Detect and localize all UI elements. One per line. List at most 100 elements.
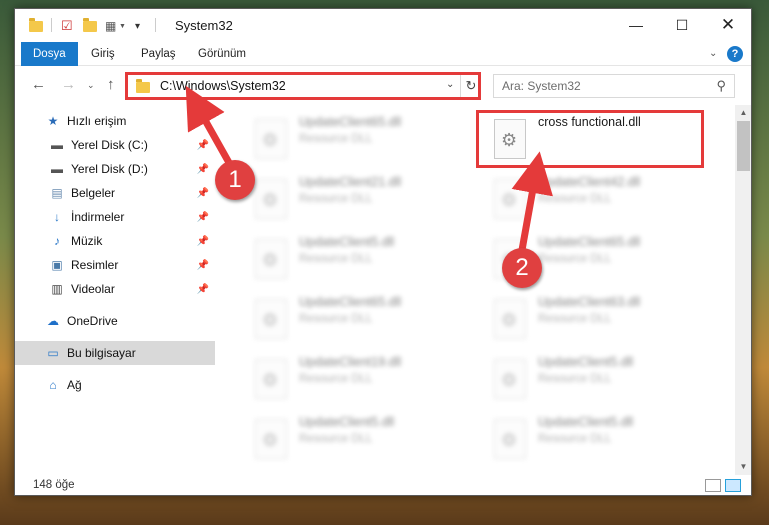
dll-file-icon: [255, 299, 287, 339]
cloud-icon: ☁: [47, 314, 59, 328]
minimize-button[interactable]: —: [613, 9, 659, 41]
file-item[interactable]: UpdateClient5.dll Resource DLL: [482, 413, 712, 469]
dll-file-icon: [494, 419, 526, 459]
window-title: System32: [175, 18, 233, 33]
tab-share[interactable]: Paylaş: [141, 42, 176, 66]
details-view-button[interactable]: [705, 479, 721, 492]
pin-icon: 📌: [196, 235, 209, 247]
separator: [51, 18, 52, 32]
file-item[interactable]: UpdateClient5.dll Resource DLL: [482, 353, 712, 409]
nav-label: Belgeler: [71, 186, 116, 200]
properties-icon[interactable]: ☑: [61, 18, 73, 34]
tiles-view-button[interactable]: [725, 479, 741, 492]
nav-label: Hızlı erişim: [67, 114, 127, 128]
nav-this-pc[interactable]: ▭ Bu bilgisayar: [15, 341, 215, 365]
file-name: UpdateClient5.dll: [299, 415, 395, 429]
tab-view[interactable]: Görünüm: [198, 42, 246, 66]
tab-home[interactable]: Giriş: [91, 42, 115, 66]
nav-item-videos[interactable]: ▥ Videolar 📌: [15, 277, 215, 301]
nav-label: Bu bilgisayar: [67, 346, 136, 360]
file-item[interactable]: UpdateClient42.dll Resource DLL: [482, 173, 712, 229]
nav-onedrive[interactable]: ☁ OneDrive: [15, 309, 215, 333]
downloads-icon: ↓: [54, 210, 60, 224]
file-name: UpdateClient65.dll: [538, 235, 641, 249]
nav-item-music[interactable]: ♪ Müzik 📌: [15, 229, 215, 253]
new-folder-icon[interactable]: [83, 17, 97, 34]
address-path[interactable]: C:\Windows\System32: [160, 79, 286, 93]
file-name: UpdateClient63.dll: [538, 295, 641, 309]
nav-quick-access[interactable]: ★ Hızlı erişim: [15, 109, 215, 133]
forward-button[interactable]: →: [61, 76, 76, 93]
nav-item-pictures[interactable]: ▣ Resimler 📌: [15, 253, 215, 277]
maximize-button[interactable]: ☐: [659, 9, 705, 41]
nav-label: İndirmeler: [71, 210, 125, 224]
file-type: Resource DLL: [299, 133, 373, 145]
vertical-scrollbar[interactable]: ▲ ▼: [735, 105, 751, 475]
network-icon: ⌂: [49, 378, 57, 392]
ribbon: Dosya Giriş Paylaş Görünüm ⌄ ?: [15, 42, 751, 66]
separator: [155, 18, 156, 32]
file-item[interactable]: UpdateClient21.dll Resource DLL: [243, 173, 473, 229]
dll-file-icon: [494, 119, 526, 159]
refresh-button[interactable]: ↻: [460, 75, 481, 97]
pin-icon: 📌: [196, 139, 209, 151]
file-name: UpdateClient19.dll: [299, 355, 402, 369]
file-item[interactable]: UpdateClient63.dll Resource DLL: [482, 293, 712, 349]
dll-file-icon: [494, 299, 526, 339]
pin-icon: 📌: [196, 187, 209, 199]
dll-file-icon: [255, 359, 287, 399]
view-icon[interactable]: ▦: [105, 18, 116, 34]
drive-icon: ▬: [51, 162, 63, 176]
item-count: 148 öğe: [33, 479, 75, 491]
file-name: UpdateClient5.dll: [538, 355, 634, 369]
file-type: Resource DLL: [299, 313, 373, 325]
search-box[interactable]: Ara: System32 ⚲: [493, 74, 735, 98]
pin-icon: 📌: [196, 163, 209, 175]
file-item[interactable]: UpdateClient19.dll Resource DLL: [243, 353, 473, 409]
file-type: Resource DLL: [299, 433, 373, 445]
search-input[interactable]: Ara: System32: [502, 79, 581, 93]
file-type: Resource DLL: [299, 193, 373, 205]
file-item[interactable]: UpdateClient5.dll Resource DLL: [243, 413, 473, 469]
chevron-down-icon[interactable]: ⌄: [446, 79, 454, 90]
nav-network[interactable]: ⌂ Ağ: [15, 373, 215, 397]
file-name: UpdateClient65.dll: [299, 295, 402, 309]
search-icon: ⚲: [716, 78, 726, 93]
pictures-icon: ▣: [51, 258, 63, 272]
nav-item-downloads[interactable]: ↓ İndirmeler 📌: [15, 205, 215, 229]
file-name: UpdateClient21.dll: [299, 175, 402, 189]
step-badge-1: 1: [215, 160, 255, 200]
nav-item-documents[interactable]: ▤ Belgeler 📌: [15, 181, 215, 205]
scroll-down-icon[interactable]: ▼: [735, 459, 751, 475]
nav-label: Videolar: [71, 282, 115, 296]
tab-file[interactable]: Dosya: [21, 42, 78, 66]
dll-file-icon: [494, 179, 526, 219]
file-type: Resource DLL: [538, 433, 612, 445]
file-type: Resource DLL: [299, 253, 373, 265]
scrollbar-thumb[interactable]: [737, 121, 750, 171]
file-item-cross-functional[interactable]: cross functional.dll: [482, 113, 712, 169]
help-icon[interactable]: ?: [727, 46, 743, 62]
file-type: Resource DLL: [538, 193, 612, 205]
file-type: Resource DLL: [538, 313, 612, 325]
recent-locations-button[interactable]: ⌄: [87, 80, 95, 91]
nav-item-local-disk-c[interactable]: ▬ Yerel Disk (C:) 📌: [15, 133, 215, 157]
expand-ribbon-icon[interactable]: ⌄: [709, 42, 717, 66]
chevron-down-icon[interactable]: ▼: [119, 18, 126, 34]
file-item[interactable]: UpdateClient65.dll Resource DLL: [243, 113, 473, 169]
file-item[interactable]: UpdateClient65.dll Resource DLL: [243, 293, 473, 349]
file-type: Resource DLL: [538, 253, 612, 265]
file-item[interactable]: UpdateClient5.dll Resource DLL: [243, 233, 473, 289]
file-name: cross functional.dll: [538, 115, 641, 129]
status-bar: 148 öğe: [15, 475, 751, 495]
scroll-up-icon[interactable]: ▲: [735, 105, 751, 121]
close-button[interactable]: ✕: [705, 9, 751, 41]
customize-toolbar-icon[interactable]: ▾: [135, 18, 140, 34]
file-name: UpdateClient5.dll: [538, 415, 634, 429]
up-button[interactable]: ↑: [107, 76, 115, 93]
folder-icon: [136, 79, 150, 93]
back-button[interactable]: ←: [31, 76, 46, 93]
nav-item-local-disk-d[interactable]: ▬ Yerel Disk (D:) 📌: [15, 157, 215, 181]
file-list: UpdateClient65.dll Resource DLL UpdateCl…: [223, 105, 735, 475]
address-bar[interactable]: C:\Windows\System32 ⌄ ↻: [127, 74, 481, 98]
